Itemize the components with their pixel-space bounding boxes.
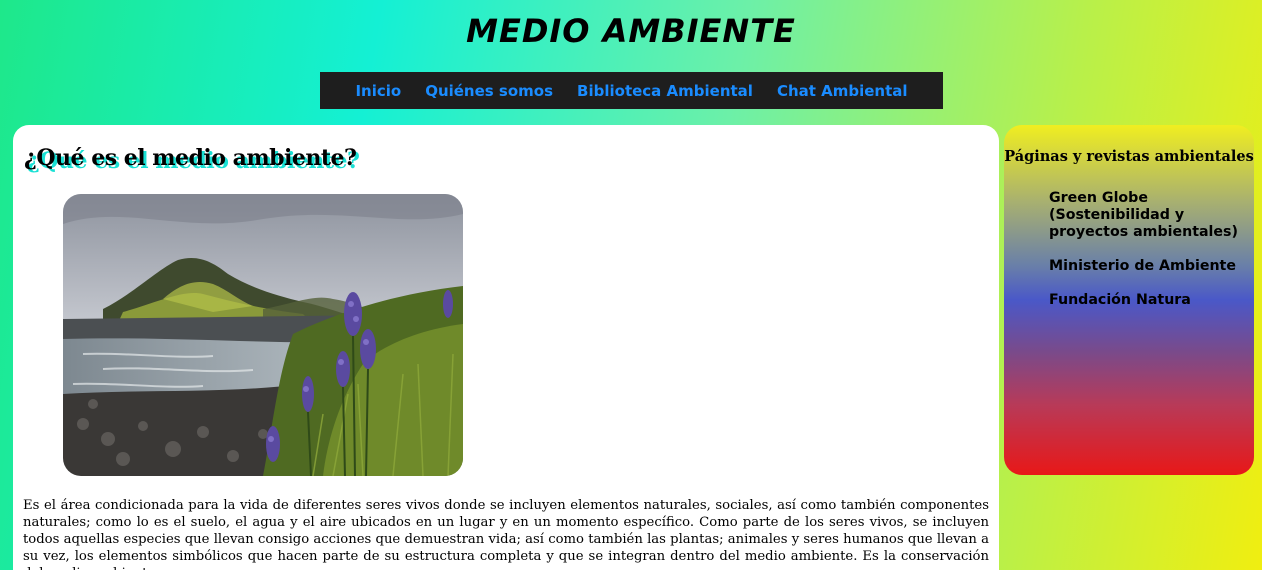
sidebar-resources: Páginas y revistas ambientales Green Glo… [1004,125,1254,475]
nav-link-quienes-somos[interactable]: Quiénes somos [425,82,553,100]
main-content-card: ¿Qué es el medio ambiente? Es el área co… [13,125,999,570]
sidebar-link-ministerio-ambiente[interactable]: Ministerio de Ambiente [1049,258,1239,275]
landscape-photo [63,194,463,476]
sidebar-link-green-globe[interactable]: Green Globe (Sostenibilidad y proyectos … [1049,190,1239,241]
article-body: Es el área condicionada para la vida de … [23,498,989,570]
sidebar-link-fundacion-natura[interactable]: Fundación Natura [1049,292,1239,309]
site-title: MEDIO AMBIENTE [466,12,796,50]
article-heading: ¿Qué es el medio ambiente? [24,145,357,171]
main-navbar: Inicio Quiénes somos Biblioteca Ambienta… [320,72,943,109]
list-item: Green Globe (Sostenibilidad y proyectos … [1049,190,1239,241]
nav-link-inicio[interactable]: Inicio [355,82,401,100]
nav-link-chat-ambiental[interactable]: Chat Ambiental [777,82,908,100]
sidebar-link-list: Green Globe (Sostenibilidad y proyectos … [1049,190,1239,326]
list-item: Fundación Natura [1049,292,1239,309]
list-item: Ministerio de Ambiente [1049,258,1239,275]
nav-link-biblioteca-ambiental[interactable]: Biblioteca Ambiental [577,82,753,100]
sidebar-heading: Páginas y revistas ambientales [1004,148,1254,165]
